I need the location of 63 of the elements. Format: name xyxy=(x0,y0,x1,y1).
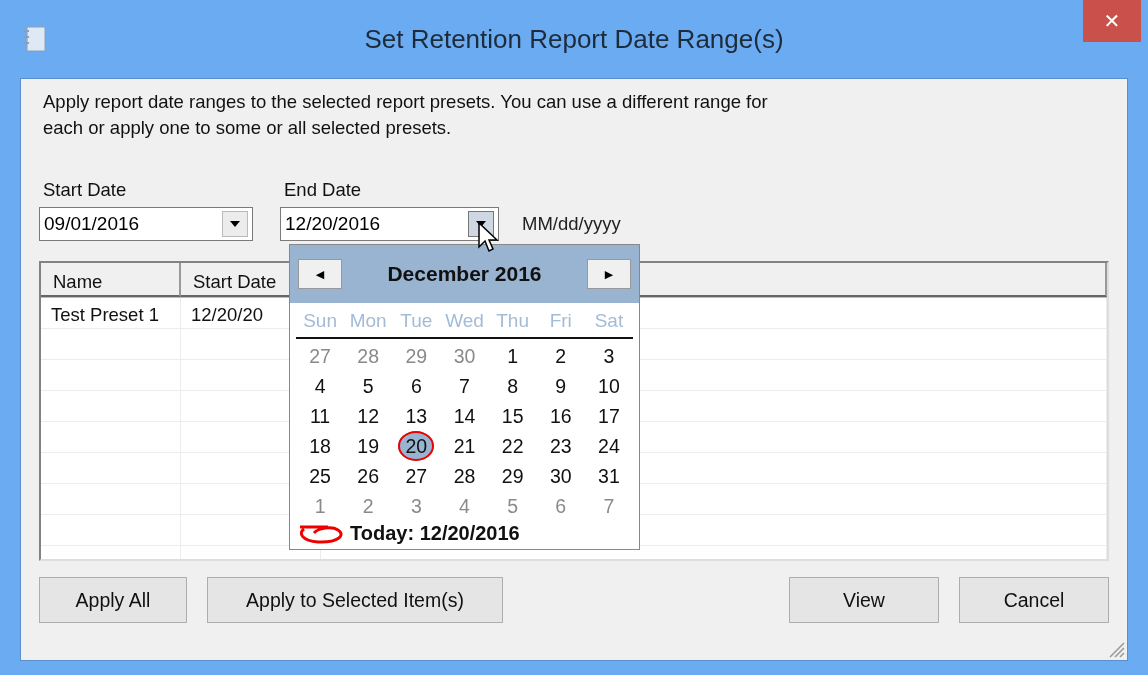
calendar-day[interactable]: 28 xyxy=(446,461,483,491)
action-button[interactable]: Cancel xyxy=(959,577,1109,623)
calendar-day[interactable]: 2 xyxy=(542,341,579,371)
weekday-label: Sat xyxy=(593,310,625,332)
calendar-day[interactable]: 20 xyxy=(398,431,435,461)
calendar-day[interactable]: 13 xyxy=(398,401,435,431)
weekday-label: Thu xyxy=(495,310,530,332)
action-button[interactable]: Apply to Selected Item(s) xyxy=(207,577,503,623)
window-title: Set Retention Report Date Range(s) xyxy=(364,24,784,55)
calendar-day[interactable]: 9 xyxy=(542,371,579,401)
calendar-day[interactable]: 5 xyxy=(350,371,387,401)
date-format-hint: MM/dd/yyyy xyxy=(522,213,621,235)
weekday-label: Tue xyxy=(399,310,434,332)
calendar-day[interactable]: 18 xyxy=(302,431,339,461)
weekday-label: Wed xyxy=(444,310,485,332)
description-text: Apply report date ranges to the selected report presets. You can use a different range for each or apply one to some or all selected presets. xyxy=(43,90,769,140)
calendar-day[interactable]: 23 xyxy=(542,431,579,461)
calendar-day[interactable]: 21 xyxy=(446,431,483,461)
calendar-day[interactable]: 12 xyxy=(350,401,387,431)
calendar-day[interactable]: 30 xyxy=(542,461,579,491)
weekday-label: Mon xyxy=(348,310,388,332)
notebook-icon xyxy=(24,26,46,52)
today-link[interactable]: Today: 12/20/2016 xyxy=(350,522,520,545)
calendar-day[interactable]: 14 xyxy=(446,401,483,431)
calendar-day[interactable]: 26 xyxy=(350,461,387,491)
calendar-day[interactable]: 22 xyxy=(494,431,531,461)
action-button[interactable]: Apply All xyxy=(39,577,187,623)
calendar-day[interactable]: 28 xyxy=(350,341,387,371)
calendar-day[interactable]: 25 xyxy=(302,461,339,491)
calendar-day[interactable]: 27 xyxy=(398,461,435,491)
action-button[interactable]: View xyxy=(789,577,939,623)
calendar-day[interactable]: 29 xyxy=(398,341,435,371)
next-month-button[interactable]: ▶ xyxy=(587,259,631,289)
previous-month-button[interactable]: ◀ xyxy=(298,259,342,289)
calendar-day[interactable]: 7 xyxy=(446,371,483,401)
calendar-day[interactable]: 31 xyxy=(590,461,627,491)
calendar-day[interactable]: 30 xyxy=(446,341,483,371)
calendar-day[interactable]: 24 xyxy=(590,431,627,461)
close-button[interactable]: ✕ xyxy=(1083,0,1141,42)
calendar-day[interactable]: 6 xyxy=(542,491,579,521)
month-title: December 2016 xyxy=(387,262,542,286)
calendar-day[interactable]: 16 xyxy=(542,401,579,431)
start-date-label: Start Date xyxy=(43,179,128,201)
end-date-label: End Date xyxy=(284,179,363,201)
start-date-picker[interactable]: 09/01/2016 xyxy=(39,207,253,241)
calendar-day[interactable]: 3 xyxy=(590,341,627,371)
calendar-day[interactable]: 19 xyxy=(350,431,387,461)
calendar-day[interactable]: 15 xyxy=(494,401,531,431)
calendar-day[interactable]: 10 xyxy=(590,371,627,401)
calendar-day[interactable]: 17 xyxy=(590,401,627,431)
resize-grip-icon[interactable] xyxy=(1107,640,1125,658)
table-cell: Test Preset 1 xyxy=(41,298,181,328)
calendar-day[interactable]: 8 xyxy=(494,371,531,401)
weekday-label: Fri xyxy=(548,310,573,332)
column-header[interactable]: Name xyxy=(41,263,181,297)
end-date-picker[interactable]: 12/20/2016 xyxy=(280,207,499,241)
calendar-day[interactable]: 1 xyxy=(494,341,531,371)
calendar-day[interactable]: 6 xyxy=(398,371,435,401)
calendar-day[interactable]: 3 xyxy=(398,491,435,521)
dropdown-arrow-icon xyxy=(230,221,240,227)
calendar-day[interactable]: 4 xyxy=(302,371,339,401)
calendar-day[interactable]: 29 xyxy=(494,461,531,491)
calendar-day[interactable]: 11 xyxy=(302,401,339,431)
